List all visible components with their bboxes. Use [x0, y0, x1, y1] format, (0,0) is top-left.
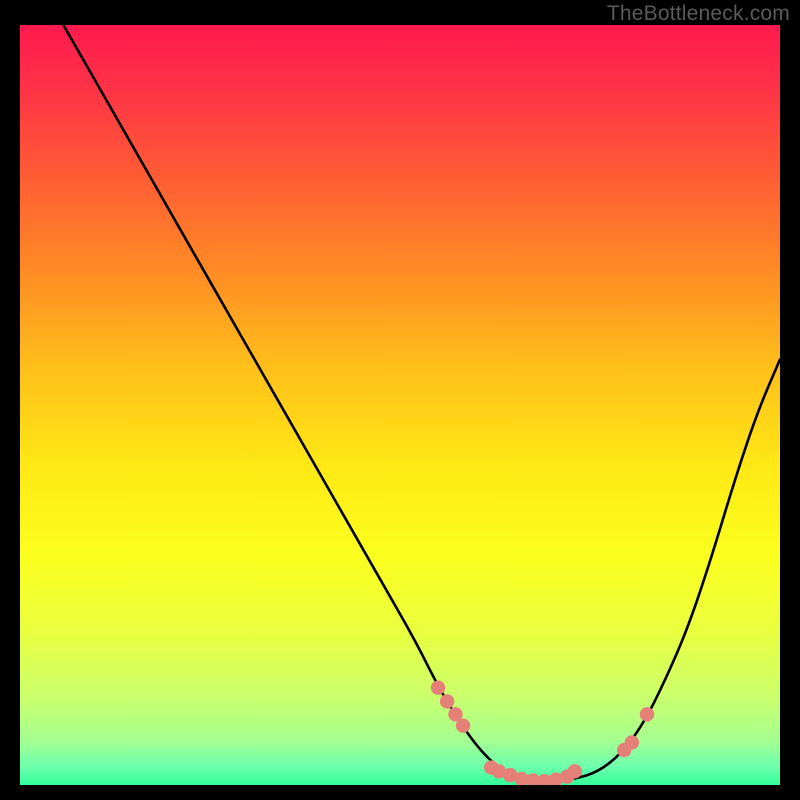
data-marker [640, 707, 654, 721]
data-marker [431, 681, 445, 695]
watermark-text: TheBottleneck.com [607, 2, 790, 26]
plot-area [20, 25, 780, 785]
data-marker [625, 735, 639, 749]
data-marker [440, 694, 454, 708]
gradient-background [20, 25, 780, 785]
data-marker [456, 719, 470, 733]
data-marker [568, 764, 582, 778]
chart-stage: TheBottleneck.com [0, 0, 800, 800]
bottleneck-curve-chart [20, 25, 780, 785]
